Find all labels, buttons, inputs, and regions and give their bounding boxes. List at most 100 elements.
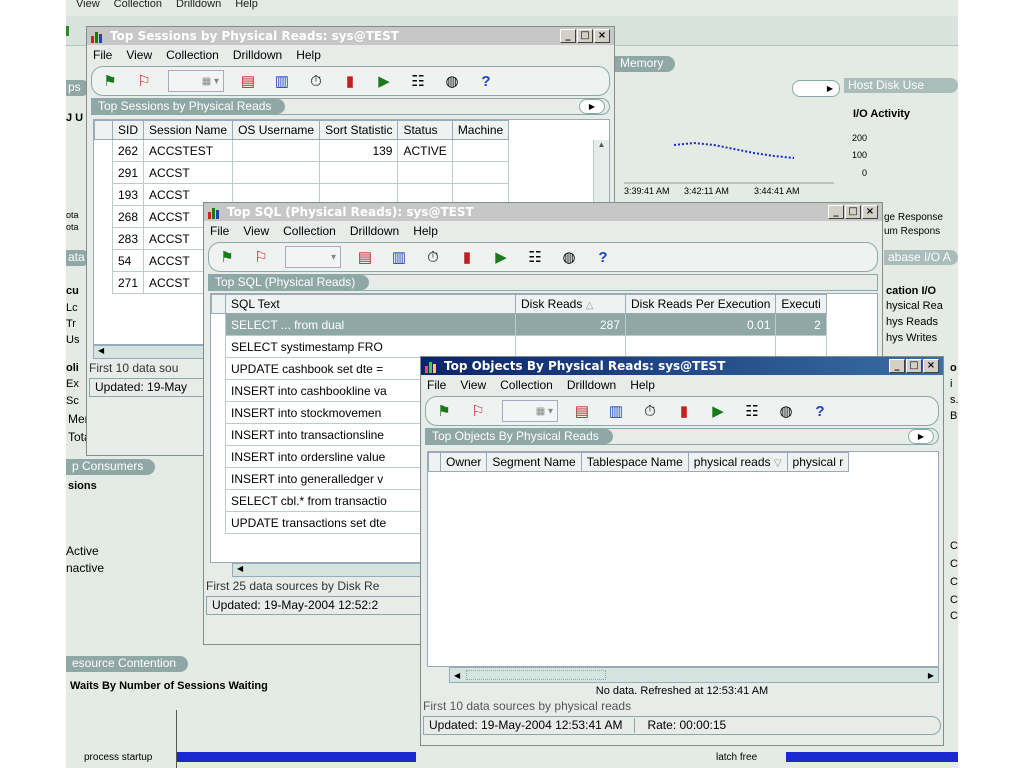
col-blank — [94, 120, 113, 140]
chart-type-combo[interactable]: ▦ ▾ — [168, 70, 224, 92]
bg-menu-help[interactable]: Help — [235, 0, 258, 14]
menu-file[interactable]: File — [210, 224, 229, 238]
minimize-button[interactable]: _ — [828, 205, 844, 219]
titlebar-sessions[interactable]: Top Sessions by Physical Reads: sys@TEST… — [87, 27, 614, 45]
maximize-button[interactable]: □ — [845, 205, 861, 219]
maximize-button[interactable]: □ — [577, 29, 593, 43]
menu-help[interactable]: Help — [630, 378, 655, 392]
menu-help[interactable]: Help — [413, 224, 438, 238]
menu-collection[interactable]: Collection — [166, 48, 219, 62]
drillup-icon[interactable]: ⚐ — [134, 71, 154, 91]
col-disk-reads[interactable]: Disk Reads △ — [515, 294, 626, 314]
col-tablespace-name[interactable]: Tablespace Name — [580, 452, 689, 472]
drilldown-icon[interactable]: ⚑ — [100, 71, 120, 91]
column-chart-icon[interactable]: ▥ — [389, 247, 409, 267]
table-row[interactable]: 262 ACCSTEST 139 ACTIVE — [94, 139, 510, 162]
bg-menu-collection[interactable]: Collection — [114, 0, 162, 14]
drilldown-icon[interactable]: ⚑ — [434, 401, 454, 421]
scroll-right-arrow[interactable]: ▶ — [928, 671, 934, 680]
chart-type-combo[interactable]: ▾ — [285, 246, 341, 268]
col-os-username[interactable]: OS Username — [232, 120, 321, 140]
table-row-selected[interactable]: SELECT ... from dual 287 0.01 2 — [211, 313, 827, 336]
menu-view[interactable]: View — [460, 378, 486, 392]
col-owner[interactable]: Owner — [439, 452, 488, 472]
tab-memory[interactable]: Memory — [614, 56, 676, 72]
menu-view[interactable]: View — [126, 48, 152, 62]
close-button[interactable]: × — [594, 29, 610, 43]
col-executions[interactable]: Executi — [775, 294, 827, 314]
legend-icon[interactable]: ▮ — [340, 71, 360, 91]
col-session-name[interactable]: Session Name — [143, 120, 234, 140]
horizontal-scrollbar[interactable]: ◀ ▶ — [449, 667, 939, 683]
tab-host-disk-use[interactable]: Host Disk Use — [844, 78, 958, 93]
bar-chart-icon[interactable]: ▤ — [355, 247, 375, 267]
cell — [515, 335, 626, 358]
minimize-button[interactable]: _ — [560, 29, 576, 43]
menu-help[interactable]: Help — [296, 48, 321, 62]
app-chart-icon — [91, 29, 107, 43]
drillup-icon[interactable]: ⚐ — [468, 401, 488, 421]
stopwatch-icon[interactable]: ⏱ — [423, 247, 443, 267]
legend-icon[interactable]: ▮ — [674, 401, 694, 421]
col-machine[interactable]: Machine — [451, 120, 510, 140]
titlebar-sql[interactable]: Top SQL (Physical Reads): sys@TEST _ □ × — [204, 203, 882, 221]
panel-nav-arrow[interactable]: ▶ — [579, 99, 605, 114]
col-segment-name[interactable]: Segment Name — [486, 452, 582, 472]
close-button[interactable]: × — [923, 359, 939, 373]
drillup-icon[interactable]: ⚐ — [251, 247, 271, 267]
database-icon[interactable]: ◍ — [559, 247, 579, 267]
play-icon[interactable]: ▶ — [374, 71, 394, 91]
report-icon[interactable]: ☷ — [525, 247, 545, 267]
bar-chart-icon[interactable]: ▤ — [238, 71, 258, 91]
close-button[interactable]: × — [862, 205, 878, 219]
help-icon[interactable]: ? — [810, 401, 830, 421]
column-chart-icon[interactable]: ▥ — [272, 71, 292, 91]
help-icon[interactable]: ? — [593, 247, 613, 267]
legend-icon[interactable]: ▮ — [457, 247, 477, 267]
tab-resource-contention[interactable]: esource Contention — [66, 656, 189, 672]
table-row[interactable]: SELECT systimestamp FRO — [211, 335, 827, 358]
row-gutter — [94, 139, 113, 162]
menu-collection[interactable]: Collection — [283, 224, 336, 238]
col-disk-reads-per-exec[interactable]: Disk Reads Per Execution — [624, 294, 777, 314]
chart-type-combo[interactable]: ▦ ▾ — [502, 400, 558, 422]
bar-chart-icon[interactable]: ▤ — [572, 401, 592, 421]
menu-drilldown[interactable]: Drilldown — [233, 48, 282, 62]
titlebar-objects[interactable]: Top Objects By Physical Reads: sys@TEST … — [421, 357, 943, 375]
menu-drilldown[interactable]: Drilldown — [567, 378, 616, 392]
menu-drilldown[interactable]: Drilldown — [350, 224, 399, 238]
play-icon[interactable]: ▶ — [491, 247, 511, 267]
play-icon[interactable]: ▶ — [708, 401, 728, 421]
col-sort-statistic[interactable]: Sort Statistic — [319, 120, 399, 140]
menu-file[interactable]: File — [427, 378, 446, 392]
table-row[interactable]: 291 ACCST — [94, 161, 510, 184]
panel-nav-arrow[interactable]: ▶ — [908, 429, 934, 444]
nav-arrow-button[interactable]: ▶ — [792, 80, 840, 97]
menu-view[interactable]: View — [243, 224, 269, 238]
tab-database-io[interactable]: abase I/O A — [884, 250, 958, 265]
col-physical-r[interactable]: physical r — [786, 452, 850, 472]
col-sql-text[interactable]: SQL Text — [225, 294, 516, 314]
bg-menu-drilldown[interactable]: Drilldown — [176, 0, 221, 14]
scroll-thumb[interactable] — [466, 670, 607, 680]
scroll-left-arrow[interactable]: ◀ — [454, 671, 460, 680]
menu-file[interactable]: File — [93, 48, 112, 62]
database-icon[interactable]: ◍ — [442, 71, 462, 91]
col-status[interactable]: Status — [397, 120, 453, 140]
scroll-up-arrow[interactable]: ▲ — [594, 140, 609, 156]
database-icon[interactable]: ◍ — [776, 401, 796, 421]
bg-menu-view[interactable]: View — [76, 0, 100, 14]
minimize-button[interactable]: _ — [889, 359, 905, 373]
col-physical-reads[interactable]: physical reads ▽ — [687, 452, 788, 472]
drilldown-icon[interactable]: ⚑ — [217, 247, 237, 267]
stopwatch-icon[interactable]: ⏱ — [306, 71, 326, 91]
stopwatch-icon[interactable]: ⏱ — [640, 401, 660, 421]
tab-top-consumers[interactable]: p Consumers — [66, 459, 156, 475]
maximize-button[interactable]: □ — [906, 359, 922, 373]
menu-collection[interactable]: Collection — [500, 378, 553, 392]
report-icon[interactable]: ☷ — [742, 401, 762, 421]
help-icon[interactable]: ? — [476, 71, 496, 91]
col-sid[interactable]: SID — [111, 120, 145, 140]
column-chart-icon[interactable]: ▥ — [606, 401, 626, 421]
report-icon[interactable]: ☷ — [408, 71, 428, 91]
